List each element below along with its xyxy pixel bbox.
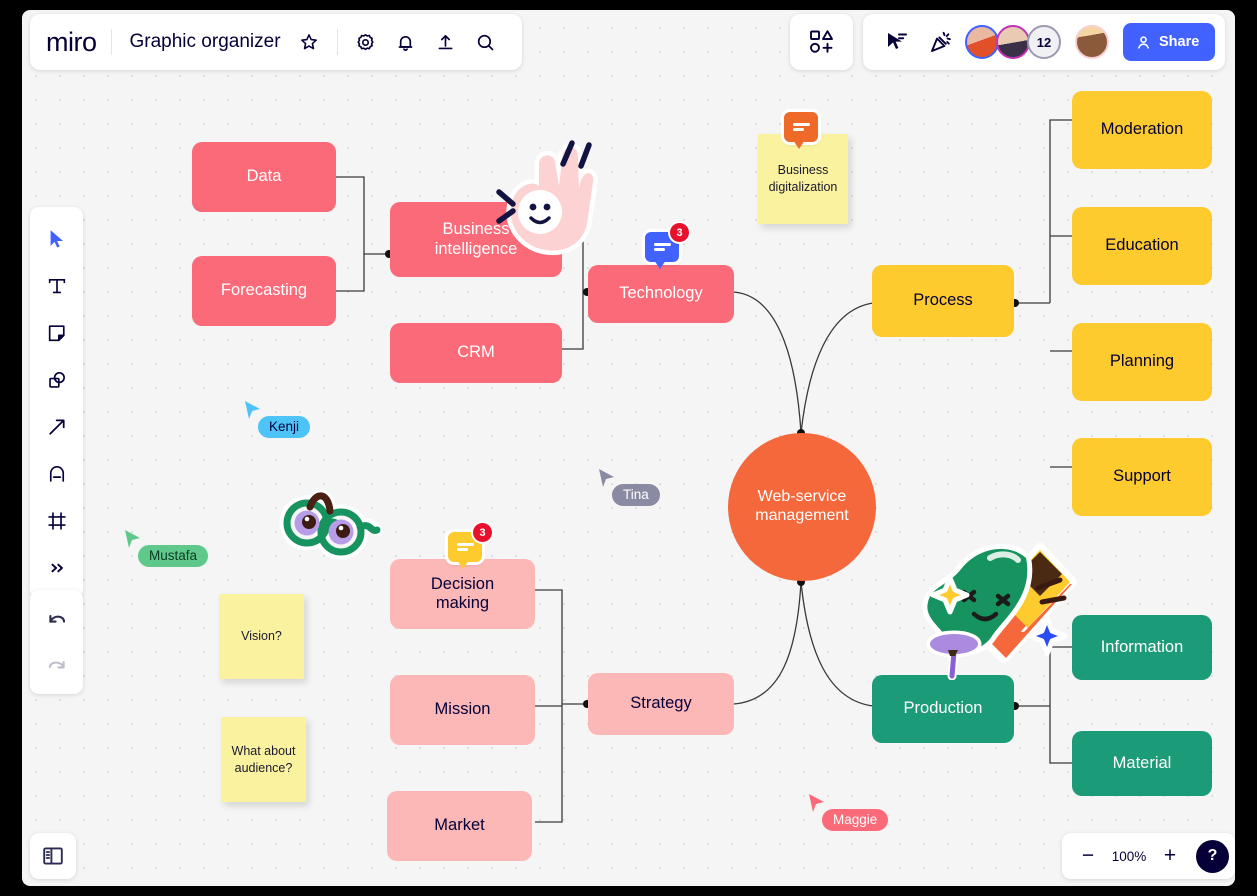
search-icon[interactable]	[466, 22, 506, 62]
undo-redo-group	[30, 590, 83, 694]
undo-icon	[48, 614, 65, 623]
sticky-note-tool[interactable]	[34, 310, 79, 355]
redo-icon	[48, 660, 65, 668]
person-icon	[1138, 35, 1149, 49]
node-data[interactable]: Data	[192, 142, 336, 212]
cursor-label: Maggie	[822, 809, 889, 831]
shapes-plus-icon	[809, 30, 833, 53]
comment-badge: 3	[670, 223, 689, 242]
cursor-arrow-icon	[245, 401, 260, 419]
sticky-audience[interactable]: What about audience?	[221, 717, 306, 802]
avatar[interactable]	[965, 25, 999, 59]
node-education[interactable]: Education	[1072, 207, 1212, 285]
select-tool[interactable]	[34, 216, 79, 261]
divider	[336, 29, 338, 55]
top-bar-left: miro Graphic organizer	[30, 14, 522, 70]
pen-icon	[49, 465, 64, 482]
bell-icon[interactable]	[386, 22, 426, 62]
panel-toggle-button[interactable]	[30, 833, 76, 879]
sticker-pin[interactable]	[922, 630, 986, 685]
cursor-arrow-icon	[125, 530, 140, 548]
miro-logo[interactable]: miro	[46, 27, 111, 58]
node-moderation[interactable]: Moderation	[1072, 91, 1212, 169]
star-icon[interactable]	[289, 22, 329, 62]
frame-icon	[47, 511, 66, 530]
undo-button[interactable]	[34, 597, 79, 642]
cursor-label: Tina	[612, 484, 660, 506]
cursor-label: Kenji	[258, 416, 311, 438]
share-button[interactable]: Share	[1123, 23, 1216, 61]
share-label: Share	[1159, 34, 1200, 50]
node-center-web-service-management[interactable]: Web-service management	[728, 433, 876, 581]
more-tools[interactable]	[34, 545, 79, 590]
text-tool[interactable]	[34, 263, 79, 308]
node-technology[interactable]: Technology	[588, 265, 734, 323]
zoom-controls: − 100% + ?	[1062, 833, 1235, 879]
gear-icon[interactable]	[346, 22, 386, 62]
zoom-out-button[interactable]: −	[1074, 842, 1102, 870]
pen-tool[interactable]	[34, 451, 79, 496]
node-crm[interactable]: CRM	[390, 323, 562, 383]
board-title[interactable]: Graphic organizer	[112, 31, 289, 53]
sticker-ok-hand[interactable]	[477, 128, 602, 263]
node-material[interactable]: Material	[1072, 731, 1212, 796]
node-market[interactable]: Market	[387, 791, 532, 861]
connector-tool[interactable]	[34, 404, 79, 449]
avatar-self[interactable]	[1075, 25, 1109, 59]
sticky-vision[interactable]: Vision?	[219, 594, 304, 679]
miro-app: Data Forecasting Business intelligence C…	[0, 0, 1257, 896]
help-button[interactable]: ?	[1196, 839, 1229, 873]
cursor-label: Mustafa	[138, 545, 209, 567]
comment-pin-yellow[interactable]: 3	[448, 523, 492, 569]
present-icon[interactable]	[877, 22, 917, 62]
comment-lines-icon	[653, 241, 671, 254]
avatar-overflow-count[interactable]: 12	[1027, 25, 1061, 59]
zoom-level-label[interactable]: 100%	[1110, 849, 1148, 864]
node-forecasting[interactable]: Forecasting	[192, 256, 336, 326]
shapes-tool[interactable]	[34, 357, 79, 402]
shapes-icon	[48, 371, 65, 388]
chevron-double-right-icon	[50, 563, 63, 572]
comment-pin-blue[interactable]: 3	[645, 223, 689, 269]
left-toolbar	[30, 207, 83, 599]
celebrate-icon[interactable]	[921, 22, 961, 62]
board-canvas[interactable]: Data Forecasting Business intelligence C…	[22, 10, 1235, 886]
node-support[interactable]: Support	[1072, 438, 1212, 516]
cursor-arrow-icon	[599, 469, 614, 487]
sticky-note-icon	[48, 324, 65, 341]
node-planning[interactable]: Planning	[1072, 323, 1212, 401]
node-process[interactable]: Process	[872, 265, 1014, 337]
present-glyph	[888, 33, 907, 49]
cursor-icon	[50, 229, 63, 248]
top-bar-right: 12 Share	[863, 14, 1226, 70]
redo-button[interactable]	[34, 642, 79, 687]
arrow-icon	[48, 419, 65, 435]
avatar[interactable]	[996, 25, 1030, 59]
node-decision-making[interactable]: Decision making	[390, 559, 535, 629]
sticker-glasses[interactable]	[257, 480, 385, 565]
node-mission[interactable]: Mission	[390, 675, 535, 745]
cursor-arrow-icon	[809, 794, 824, 812]
text-icon	[48, 278, 65, 293]
node-information[interactable]: Information	[1072, 615, 1212, 680]
node-strategy[interactable]: Strategy	[588, 673, 734, 735]
comment-lines-icon	[456, 541, 474, 554]
comment-lines-icon	[792, 121, 810, 134]
comment-pin-orange[interactable]	[784, 112, 818, 149]
comment-badge: 3	[473, 523, 492, 542]
panel-toggle-icon	[43, 847, 63, 865]
node-production[interactable]: Production	[872, 675, 1014, 743]
shapes-panel-button[interactable]	[790, 14, 853, 70]
upload-icon[interactable]	[426, 22, 466, 62]
zoom-in-button[interactable]: +	[1156, 842, 1184, 870]
frame-tool[interactable]	[34, 498, 79, 543]
